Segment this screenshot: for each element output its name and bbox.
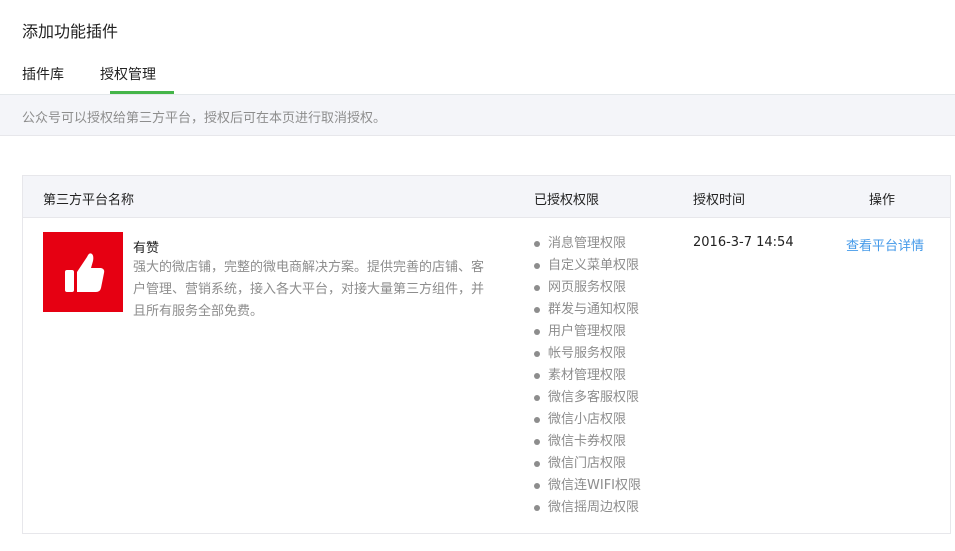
bullet-icon — [534, 307, 540, 313]
list-item: 用户管理权限 — [534, 321, 641, 343]
tab-bar: 插件库 授权管理 — [0, 56, 955, 95]
bullet-icon — [534, 351, 540, 357]
notice-text: 公众号可以授权给第三方平台，授权后可在本页进行取消授权。 — [22, 111, 387, 126]
header-permissions: 已授权权限 — [534, 193, 600, 208]
tab-plugin-library[interactable]: 插件库 — [22, 64, 64, 84]
list-item: 微信门店权限 — [534, 453, 641, 475]
list-item: 微信摇周边权限 — [534, 497, 641, 519]
tab-authorization-management[interactable]: 授权管理 — [100, 64, 156, 84]
permission-label: 消息管理权限 — [548, 236, 627, 251]
bullet-icon — [534, 461, 540, 467]
table-header: 第三方平台名称 已授权权限 授权时间 操作 — [23, 176, 950, 218]
authorization-table: 第三方平台名称 已授权权限 授权时间 操作 有赞 强大的微店铺，完整的微电商解决… — [22, 175, 951, 534]
permission-label: 网页服务权限 — [548, 280, 627, 295]
platform-name: 有赞 — [133, 241, 160, 256]
bullet-icon — [534, 285, 540, 291]
bullet-icon — [534, 241, 540, 247]
list-item: 微信小店权限 — [534, 409, 641, 431]
permission-label: 帐号服务权限 — [548, 346, 627, 361]
permission-label: 用户管理权限 — [548, 324, 627, 339]
list-item: 消息管理权限 — [534, 233, 641, 255]
permission-label: 自定义菜单权限 — [548, 258, 640, 273]
bullet-icon — [534, 439, 540, 445]
list-item: 帐号服务权限 — [534, 343, 641, 365]
active-tab-underline — [110, 91, 174, 94]
bullet-icon — [534, 373, 540, 379]
header-platform-name: 第三方平台名称 — [43, 193, 135, 208]
list-item: 微信卡券权限 — [534, 431, 641, 453]
bullet-icon — [534, 395, 540, 401]
permission-label: 素材管理权限 — [548, 368, 627, 383]
permission-label: 群发与通知权限 — [548, 302, 640, 317]
page-title: 添加功能插件 — [22, 22, 119, 41]
list-item: 素材管理权限 — [534, 365, 641, 387]
permission-label: 微信小店权限 — [548, 412, 627, 427]
bullet-icon — [534, 483, 540, 489]
permission-label: 微信卡券权限 — [548, 434, 627, 449]
permission-list: 消息管理权限 自定义菜单权限 网页服务权限 群发与通知权限 用户管理权限 帐号服… — [534, 233, 641, 519]
permission-label: 微信门店权限 — [548, 456, 627, 471]
list-item: 微信多客服权限 — [534, 387, 641, 409]
permission-label: 微信多客服权限 — [548, 390, 640, 405]
bullet-icon — [534, 505, 540, 511]
permission-label: 微信连WIFI权限 — [548, 478, 641, 493]
bullet-icon — [534, 329, 540, 335]
bullet-icon — [534, 417, 540, 423]
list-item: 群发与通知权限 — [534, 299, 641, 321]
platform-description: 强大的微店铺，完整的微电商解决方案。提供完善的店铺、客户管理、营销系统，接入各大… — [133, 260, 485, 319]
bullet-icon — [534, 263, 540, 269]
list-item: 自定义菜单权限 — [534, 255, 641, 277]
auth-time: 2016-3-7 14:54 — [693, 235, 794, 250]
header-auth-time: 授权时间 — [693, 193, 746, 208]
header-operation: 操作 — [869, 193, 896, 208]
notice-bar: 公众号可以授权给第三方平台，授权后可在本页进行取消授权。 — [0, 95, 955, 136]
permission-label: 微信摇周边权限 — [548, 500, 640, 515]
view-platform-details-link[interactable]: 查看平台详情 — [846, 235, 924, 254]
thumbs-up-icon — [65, 253, 105, 292]
platform-logo — [43, 232, 123, 312]
list-item: 网页服务权限 — [534, 277, 641, 299]
list-item: 微信连WIFI权限 — [534, 475, 641, 497]
